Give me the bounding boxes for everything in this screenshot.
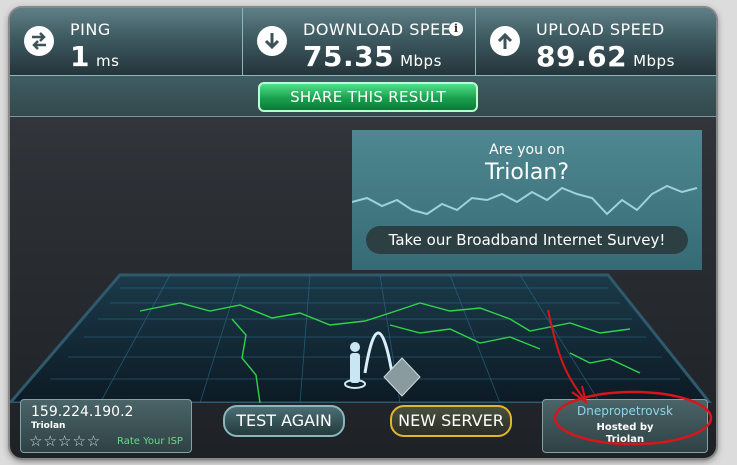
survey-sparkline [352, 184, 698, 216]
host-name: Triolan [605, 434, 645, 445]
server-map [10, 273, 712, 403]
share-result-button[interactable]: SHARE THIS RESULT [258, 82, 478, 112]
download-stat: DOWNLOAD SPEED 75.35 Mbps i [243, 8, 476, 76]
ping-stat: PING 1 ms [10, 8, 243, 76]
test-again-button[interactable]: TEST AGAIN [223, 405, 345, 437]
upload-arrow-icon [490, 26, 520, 56]
info-icon[interactable]: i [449, 22, 463, 36]
rate-isp-link[interactable]: Rate Your ISP [117, 436, 183, 447]
hosted-by-label: Hosted by [596, 422, 654, 433]
upload-value: 89.62 Mbps [536, 40, 675, 73]
share-bar: SHARE THIS RESULT [10, 76, 716, 117]
ip-address: 159.224.190.2 [31, 404, 134, 420]
broadband-survey-button[interactable]: Take our Broadband Internet Survey! [366, 226, 688, 254]
survey-question: Are you on [489, 142, 565, 158]
isp-survey-card[interactable]: Are you on Triolan? Take our Broadband I… [352, 130, 702, 270]
download-value: 75.35 Mbps [303, 40, 442, 73]
map-plane [10, 273, 712, 403]
swap-arrows-icon [24, 26, 54, 56]
upload-stat: UPLOAD SPEED 89.62 Mbps [476, 8, 716, 76]
ping-value: 1 ms [70, 40, 120, 73]
ping-label: PING [70, 20, 111, 39]
isp-name: Triolan [31, 421, 66, 431]
client-info: 159.224.190.2 Triolan ☆☆☆☆☆ Rate Your IS… [20, 399, 192, 453]
new-server-button[interactable]: NEW SERVER [390, 405, 512, 437]
rating-stars[interactable]: ☆☆☆☆☆ [29, 432, 101, 450]
upload-label: UPLOAD SPEED [536, 20, 665, 39]
server-info[interactable]: Dnepropetrovsk Hosted by Triolan [542, 399, 708, 453]
footer-bar: 159.224.190.2 Triolan ☆☆☆☆☆ Rate Your IS… [10, 392, 716, 458]
download-label: DOWNLOAD SPEED [303, 20, 465, 39]
download-arrow-icon [257, 26, 287, 56]
results-bar: PING 1 ms DOWNLOAD SPEED 75.35 Mbps i UPLO… [10, 8, 716, 76]
speedtest-panel: PING 1 ms DOWNLOAD SPEED 75.35 Mbps i UPLO… [10, 8, 716, 458]
server-city: Dnepropetrovsk [577, 404, 673, 418]
